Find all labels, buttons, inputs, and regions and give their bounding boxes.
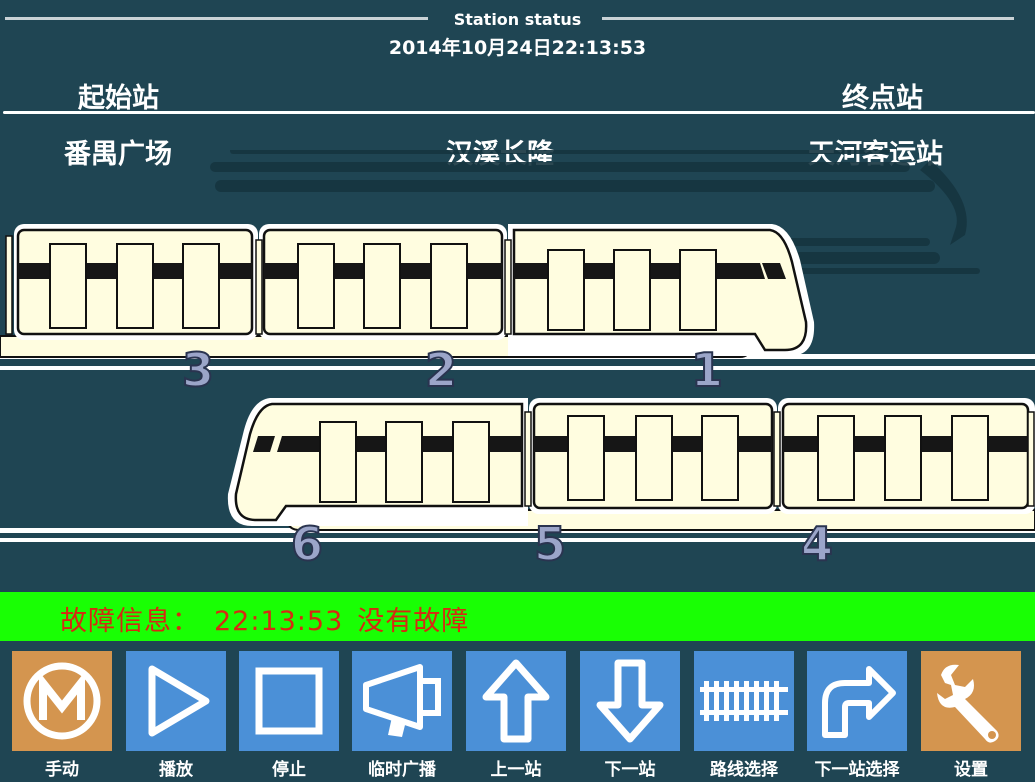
- stop-icon: [255, 667, 323, 735]
- manual-button-face[interactable]: [12, 651, 112, 751]
- temporary-broadcast-button[interactable]: 临时广播: [352, 651, 452, 781]
- previous-station-button-label: 上一站: [490, 760, 542, 780]
- route-select-button[interactable]: 路线选择: [694, 651, 794, 781]
- settings-button-face[interactable]: [921, 651, 1021, 751]
- turn-right-arrow-icon: [822, 666, 896, 738]
- route-select-button-face[interactable]: [694, 651, 794, 751]
- car-2: [259, 224, 507, 340]
- wrench-icon: [937, 664, 999, 743]
- temporary-broadcast-button-label: 临时广播: [368, 760, 436, 780]
- fault-status-bar: 故障信息： 22:13:53 没有故障: [0, 592, 1035, 641]
- route-select-button-label: 路线选择: [710, 760, 778, 780]
- car-4: [778, 398, 1035, 514]
- next-station-select-button-face[interactable]: [807, 651, 907, 751]
- car-number-5: 5: [534, 517, 566, 571]
- car-number-1: 1: [691, 343, 723, 397]
- next-station-select-button[interactable]: 下一站选择: [807, 651, 907, 781]
- fault-message: 没有故障: [357, 606, 470, 637]
- manual-button[interactable]: 手动: [12, 651, 112, 781]
- start-station-label: 起始站: [78, 83, 159, 114]
- car-number-3: 3: [182, 343, 214, 397]
- fault-info: 故障信息： 22:13:53 没有故障: [60, 599, 483, 638]
- stop-button[interactable]: 停止: [239, 651, 339, 781]
- car-5: [529, 398, 777, 514]
- car-number-2: 2: [425, 343, 457, 397]
- car-6: [227, 398, 528, 526]
- play-button-face[interactable]: [126, 651, 226, 751]
- end-station-label: 终点站: [842, 83, 923, 114]
- play-icon: [148, 665, 210, 737]
- next-station-button-face[interactable]: [580, 651, 680, 751]
- megaphone-icon: [363, 664, 441, 737]
- railway-track-icon: [700, 681, 788, 721]
- next-station-button-label: 下一站: [604, 760, 656, 780]
- stop-button-label: 停止: [272, 760, 306, 780]
- settings-button-label: 设置: [954, 760, 988, 780]
- metro-logo-icon: [23, 662, 101, 740]
- next-station-select-button-label: 下一站选择: [814, 760, 900, 780]
- previous-station-button-face[interactable]: [466, 651, 566, 751]
- car-number-4: 4: [801, 517, 833, 571]
- play-button-label: 播放: [159, 760, 193, 780]
- car-number-6: 6: [291, 517, 323, 571]
- next-station-button[interactable]: 下一站: [580, 651, 680, 781]
- settings-button[interactable]: 设置: [921, 651, 1021, 781]
- temporary-broadcast-button-face[interactable]: [352, 651, 452, 751]
- train-diagram: 3 2 1 6 5 4: [0, 150, 1035, 572]
- fault-label: 故障信息：: [60, 606, 200, 637]
- arrow-up-icon: [482, 659, 550, 743]
- page-title: Station status: [453, 10, 582, 29]
- manual-button-label: 手动: [45, 760, 79, 780]
- toolbar: 手动 播放 停止 临时广播 上一站 下一站 路线选择 下一站选择 设置: [12, 651, 1022, 782]
- stop-button-face[interactable]: [239, 651, 339, 751]
- car-3: [14, 224, 258, 340]
- header-divider: [3, 111, 1035, 114]
- arrow-down-icon: [596, 659, 664, 743]
- datetime: 2014年10月24日22:13:53: [388, 37, 647, 59]
- car-1: [508, 224, 815, 356]
- lower-train: [227, 398, 1035, 531]
- upper-train: [0, 224, 815, 358]
- play-button[interactable]: 播放: [126, 651, 226, 781]
- fault-time: 22:13:53: [214, 606, 344, 637]
- previous-station-button[interactable]: 上一站: [466, 651, 566, 781]
